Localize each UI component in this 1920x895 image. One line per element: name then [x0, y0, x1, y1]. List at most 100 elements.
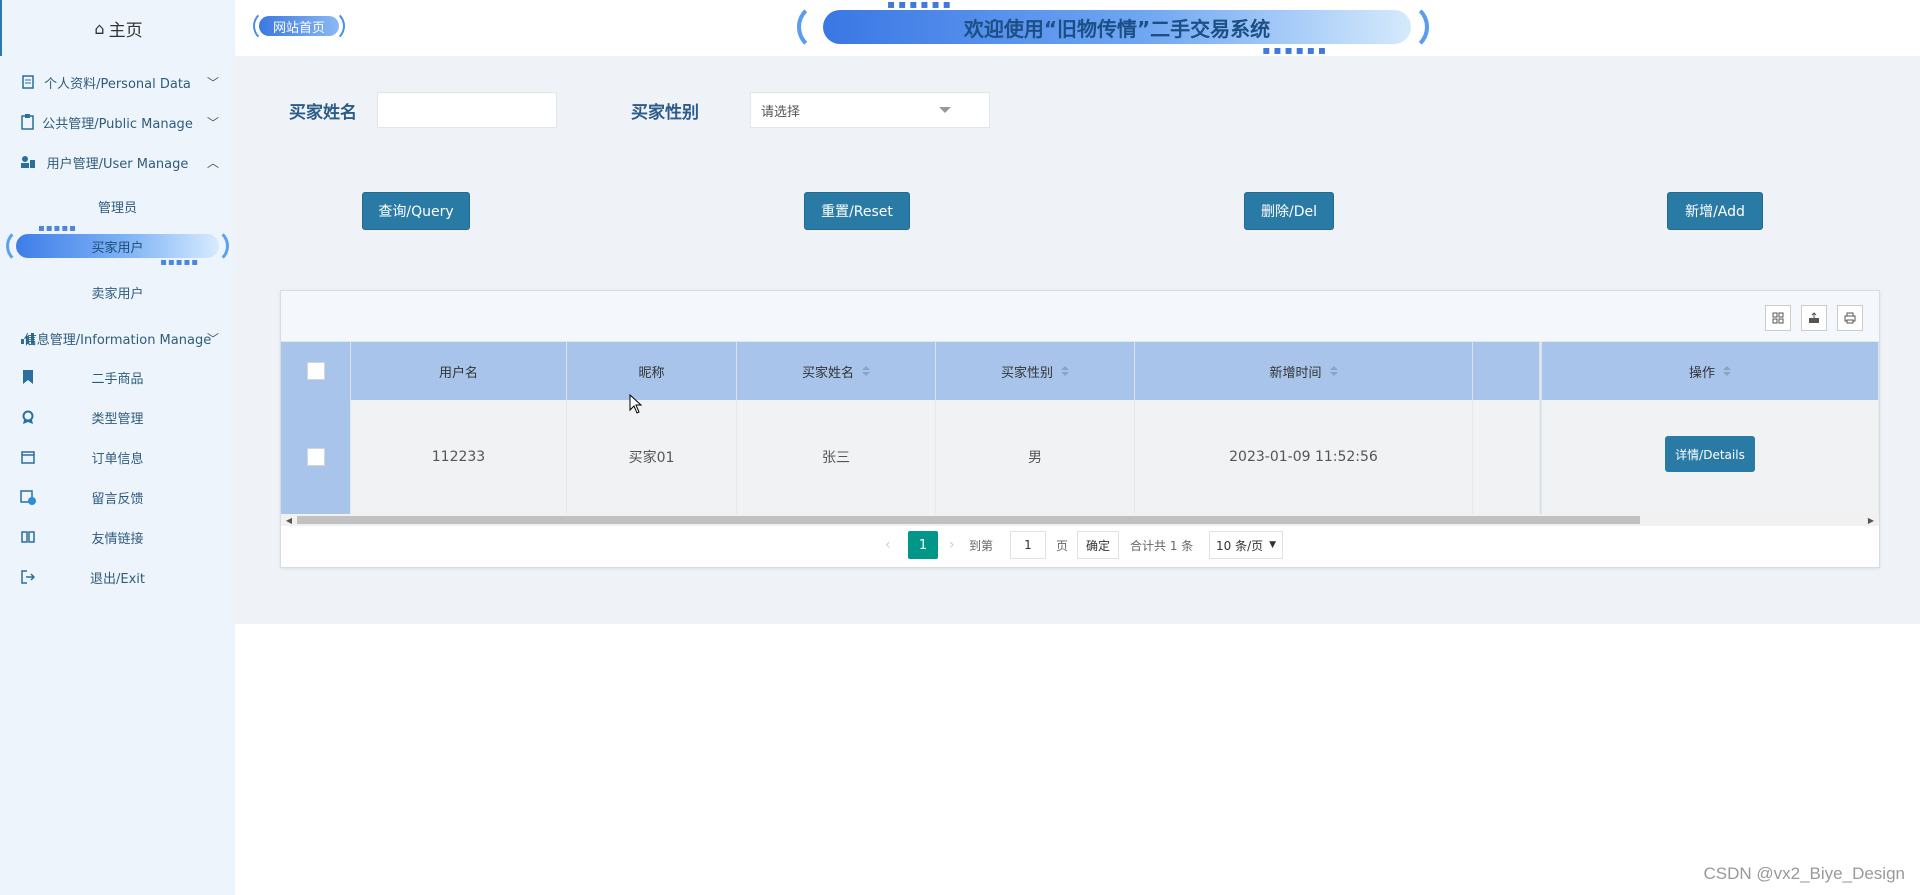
prev-page-icon[interactable]: ‹ [885, 531, 891, 559]
sidebar-sub-buyer-users[interactable]: ▪▪▪▪▪ ▪▪▪▪▪ 买家用户 [6, 224, 229, 268]
select-value: 请选择 [761, 104, 801, 120]
sidebar-item-personal-data[interactable]: 个人资料/Personal Data ﹀ [0, 62, 235, 102]
sort-icon[interactable] [1061, 366, 1069, 376]
select-all-checkbox[interactable] [306, 362, 325, 380]
columns-filter-icon[interactable] [1765, 305, 1791, 331]
column-header-nickname: 昵称 [567, 342, 737, 400]
sidebar-item-public-manage[interactable]: 公共管理/Public Manage ﹀ [0, 102, 235, 142]
table-card: 用户名 昵称 买家姓名 买家性别 新增时间 操作 112233 买家01 张三 … [280, 290, 1880, 568]
sub-item-label: 管理员 [97, 200, 137, 216]
page-unit-label: 页 [1056, 538, 1069, 553]
sidebar-item-label: 友情链接 [91, 531, 144, 547]
add-button[interactable]: 新增/Add [1667, 192, 1763, 230]
top-bar: 网站首页 欢迎使用“旧物传情”二手交易系统 ▪▪▪▪▪▪ ▪▪▪▪▪▪ [235, 0, 1920, 56]
sidebar-item-label: 公共管理/Public Manage [42, 116, 193, 132]
pagination: ‹ 1 › 到第 1 页 确定 合计共 1 条 10 条/页 ▼ [281, 531, 1879, 561]
goto-label: 到第 [969, 538, 994, 553]
column-header-username: 用户名 [351, 342, 567, 400]
sidebar-item-second-hand-goods[interactable]: 二手商品 [0, 357, 235, 397]
sidebar: ⌂ 主页 个人资料/Personal Data ﹀ 公共管理/Public Ma… [0, 0, 235, 895]
buyer-name-input[interactable] [377, 92, 557, 128]
column-title: 买家姓名 [801, 365, 854, 381]
sort-icon[interactable] [1329, 366, 1338, 376]
sub-item-label: 卖家用户 [91, 286, 144, 302]
sidebar-item-label: 二手商品 [91, 371, 144, 387]
horizontal-scrollbar[interactable]: ◀ ▶ [281, 514, 1879, 526]
sort-icon[interactable] [862, 366, 870, 376]
scrollbar-thumb[interactable] [297, 516, 1640, 524]
next-page-icon[interactable]: › [949, 531, 955, 559]
sidebar-sub-seller-users[interactable]: 卖家用户 [0, 274, 235, 310]
column-title: 用户名 [438, 365, 478, 381]
sidebar-item-label: 个人资料/Personal Data [44, 76, 191, 92]
table-toolbar [281, 291, 1879, 342]
watermark: CSDN @vx2_Biye_Design [1703, 864, 1905, 883]
total-count: 合计共 1 条 [1130, 538, 1194, 553]
column-title: 操作 [1688, 365, 1715, 381]
goto-confirm-button[interactable]: 确定 [1077, 531, 1119, 559]
page-number-input[interactable]: 1 [1010, 531, 1046, 559]
chevron-down-icon: ﹀ [206, 331, 219, 346]
sidebar-item-order-info[interactable]: 订单信息 [0, 437, 235, 477]
sidebar-item-label: 类型管理 [91, 411, 144, 427]
cell-actions: 详情/Details [1540, 400, 1879, 514]
main-panel: 买家姓名 买家性别 请选择 查询/Query 重置/Reset 删除/Del 新… [235, 56, 1920, 624]
sidebar-item-label: 信息管理/Information Manage [23, 332, 212, 348]
site-home-button[interactable]: 网站首页 [253, 10, 345, 42]
cell-username: 112233 [351, 400, 567, 514]
buyer-name-label: 买家姓名 [289, 103, 357, 123]
per-page-select[interactable]: 10 条/页 ▼ [1209, 531, 1283, 559]
sidebar-item-user-manage[interactable]: 用户管理/User Manage ︿ [0, 142, 235, 182]
delete-button[interactable]: 删除/Del [1244, 192, 1334, 230]
buyer-gender-label: 买家性别 [631, 103, 699, 123]
banner-title: 欢迎使用“旧物传情”二手交易系统 [823, 10, 1411, 44]
sidebar-item-label: 订单信息 [91, 451, 144, 467]
cell-nickname: 买家01 [567, 400, 737, 514]
sub-item-label: 买家用户 [91, 240, 144, 256]
sidebar-item-label: 用户管理/User Manage [46, 156, 189, 172]
column-header-actions[interactable]: 操作 [1540, 342, 1879, 400]
cell-buyer-name: 张三 [737, 400, 936, 514]
sidebar-item-label: 留言反馈 [91, 491, 144, 507]
print-icon[interactable] [1837, 305, 1863, 331]
details-button[interactable]: 详情/Details [1665, 436, 1755, 472]
reset-button[interactable]: 重置/Reset [804, 192, 910, 230]
page-1-button[interactable]: 1 [908, 531, 938, 559]
column-header-created-time[interactable]: 新增时间 [1135, 342, 1473, 400]
chevron-up-icon: ︿ [206, 155, 219, 170]
row-checkbox[interactable] [306, 448, 325, 466]
dropdown-caret-icon [939, 107, 951, 113]
scroll-right-icon[interactable]: ▶ [1865, 514, 1877, 526]
chevron-down-icon: ﹀ [206, 75, 219, 90]
chevron-down-icon: ﹀ [206, 115, 219, 130]
column-header-buyer-gender[interactable]: 买家性别 [936, 342, 1135, 400]
column-title: 昵称 [638, 365, 665, 381]
row-select-cell[interactable] [281, 400, 351, 514]
buyer-gender-select[interactable]: 请选择 [750, 92, 990, 128]
sidebar-item-friend-links[interactable]: 友情链接 [0, 517, 235, 557]
sort-icon[interactable] [1723, 366, 1731, 376]
home-label: 主页 [108, 20, 143, 41]
banner-decoration: ▪▪▪▪▪▪ [1262, 43, 1329, 57]
chevron-down-icon: ▼ [1269, 540, 1276, 550]
export-icon[interactable] [1801, 305, 1827, 331]
column-header-spacer [1473, 342, 1540, 400]
cell-spacer [1473, 400, 1540, 514]
sidebar-item-exit[interactable]: 退出/Exit [0, 557, 235, 597]
scroll-left-icon[interactable]: ◀ [283, 514, 295, 526]
column-title: 买家性别 [1000, 365, 1053, 381]
sidebar-item-information-manage[interactable]: 信息管理/Information Manage ﹀ [0, 318, 235, 358]
query-button[interactable]: 查询/Query [362, 192, 470, 230]
sidebar-item-feedback[interactable]: 留言反馈 [0, 477, 235, 517]
sidebar-sub-admin[interactable]: 管理员 [0, 188, 235, 224]
site-home-label: 网站首页 [259, 16, 339, 36]
column-title: 新增时间 [1269, 365, 1322, 381]
header-select-all[interactable] [281, 342, 351, 400]
cell-buyer-gender: 男 [936, 400, 1135, 514]
sidebar-home[interactable]: ⌂ 主页 [0, 0, 235, 56]
cell-created-time: 2023-01-09 11:52:56 [1135, 400, 1473, 514]
sidebar-item-label: 退出/Exit [90, 571, 145, 587]
column-header-buyer-name[interactable]: 买家姓名 [737, 342, 936, 400]
sidebar-item-type-manage[interactable]: 类型管理 [0, 397, 235, 437]
welcome-banner: 欢迎使用“旧物传情”二手交易系统 ▪▪▪▪▪▪ ▪▪▪▪▪▪ [797, 0, 1429, 57]
